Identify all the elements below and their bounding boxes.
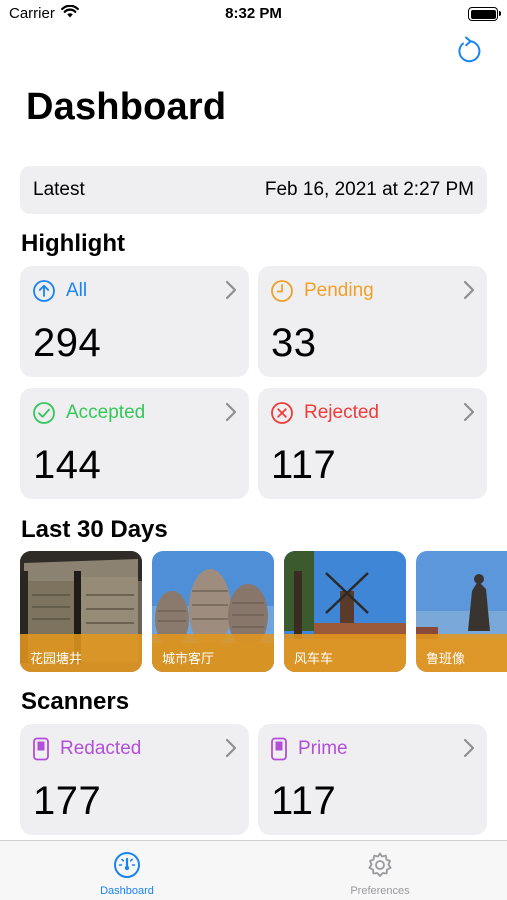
chevron-right-icon xyxy=(225,738,237,758)
highlight-card-label: Pending xyxy=(304,280,374,301)
gallery-item[interactable]: 城市客厅 xyxy=(152,551,274,672)
highlight-card-label: Rejected xyxy=(304,402,379,423)
chevron-right-icon xyxy=(463,738,475,758)
tab-bar: Dashboard Preferences xyxy=(0,840,507,900)
tab-label: Preferences xyxy=(350,885,410,897)
gallery-item[interactable]: 鲁班像 xyxy=(416,551,507,672)
gauge-icon xyxy=(114,852,140,878)
status-time: 8:32 PM xyxy=(225,5,282,22)
tab-label: Dashboard xyxy=(100,885,154,897)
gallery-caption: 鲁班像 xyxy=(416,634,507,672)
latest-card: Latest Feb 16, 2021 at 2:27 PM xyxy=(20,166,487,214)
gallery-item[interactable]: 风车车 xyxy=(284,551,406,672)
scanner-card-value: 117 xyxy=(271,779,337,823)
phone-icon xyxy=(33,737,49,761)
status-bar: Carrier 8:32 PM xyxy=(0,0,507,30)
chevron-right-icon xyxy=(225,402,237,422)
scanner-card-label: Prime xyxy=(298,738,348,759)
highlight-card-label: Accepted xyxy=(66,402,146,423)
latest-label: Latest xyxy=(33,179,85,200)
highlight-card-rejected[interactable]: Rejected 117 xyxy=(258,388,487,499)
gallery-caption: 风车车 xyxy=(284,634,406,672)
battery-icon xyxy=(468,7,501,21)
clock-icon xyxy=(271,280,293,302)
scanner-card-prime[interactable]: Prime 117 xyxy=(258,724,487,835)
gallery-caption: 花园塘井 xyxy=(20,634,142,672)
arrow-up-circle-icon xyxy=(33,280,55,302)
scanner-card-redacted[interactable]: Redacted 177 xyxy=(20,724,249,835)
phone-icon xyxy=(271,737,287,761)
latest-value: Feb 16, 2021 at 2:27 PM xyxy=(264,179,474,200)
scanner-card-label: Redacted xyxy=(60,738,142,759)
highlight-section-title: Highlight xyxy=(21,230,125,257)
last30-gallery[interactable]: 花园塘井 城市客厅 风车车 鲁班像 xyxy=(20,551,507,672)
page-title: Dashboard xyxy=(26,86,227,128)
chevron-right-icon xyxy=(225,280,237,300)
gallery-caption: 城市客厅 xyxy=(152,634,274,672)
checkmark-circle-icon xyxy=(33,402,55,424)
refresh-button[interactable] xyxy=(453,36,483,66)
highlight-card-accepted[interactable]: Accepted 144 xyxy=(20,388,249,499)
gear-icon xyxy=(368,852,392,877)
highlight-card-value: 294 xyxy=(33,321,102,365)
tab-preferences[interactable]: Preferences xyxy=(300,841,460,900)
highlight-card-label: All xyxy=(66,280,88,301)
highlight-card-value: 144 xyxy=(33,443,102,487)
chevron-right-icon xyxy=(463,402,475,422)
highlight-card-pending[interactable]: Pending 33 xyxy=(258,266,487,377)
highlight-card-value: 117 xyxy=(271,443,337,487)
x-circle-icon xyxy=(271,402,293,424)
last30-section-title: Last 30 Days xyxy=(21,516,168,543)
highlight-card-value: 33 xyxy=(271,321,317,365)
highlight-card-all[interactable]: All 294 xyxy=(20,266,249,377)
gallery-item[interactable]: 花园塘井 xyxy=(20,551,142,672)
chevron-right-icon xyxy=(463,280,475,300)
tab-dashboard[interactable]: Dashboard xyxy=(47,841,207,900)
refresh-icon xyxy=(458,36,481,63)
scanners-section-title: Scanners xyxy=(21,688,130,715)
scanner-card-value: 177 xyxy=(33,779,102,823)
